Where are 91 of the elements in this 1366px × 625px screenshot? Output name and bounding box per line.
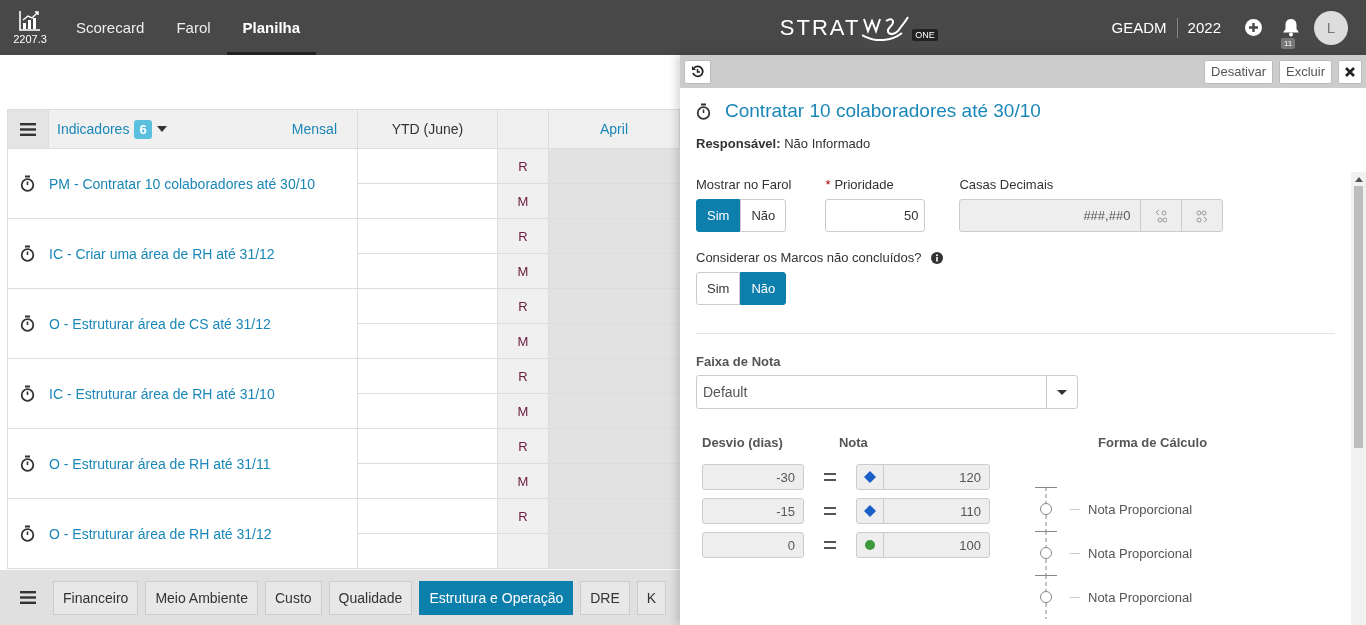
logo-text: STRAT — [779, 14, 861, 41]
priority-field[interactable]: 50 — [825, 199, 926, 232]
close-icon — [1345, 66, 1355, 77]
field-label: Casas Decimais — [959, 177, 1054, 192]
equals-icon — [824, 507, 836, 515]
field-label: Mostrar no Farol — [696, 177, 792, 192]
sheet-tab[interactable]: K — [636, 580, 667, 615]
field-label: Faixa de Nota — [696, 354, 782, 369]
column-header[interactable]: April — [549, 109, 680, 149]
action-button[interactable]: Excluir — [1279, 59, 1332, 84]
calculation-method: Nota Proporcional — [1088, 589, 1193, 605]
equals-icon — [824, 541, 836, 549]
deviation-field: -30 — [702, 464, 804, 490]
sheet-tab[interactable]: Meio Ambiente — [145, 580, 258, 615]
stopwatch-icon — [20, 385, 35, 402]
indicator-link[interactable]: PM - Contratar 10 colaboradores até 30/10 — [49, 175, 316, 192]
version-label: 2207.3 — [13, 32, 47, 45]
sheet-tab[interactable]: DRE — [580, 580, 630, 615]
row-type-label: M — [498, 464, 549, 499]
column-header: YTD (June) — [358, 109, 498, 149]
row-type-label: R — [498, 289, 549, 324]
grade-range-select[interactable]: Default — [696, 375, 1078, 409]
bell-icon[interactable] — [1282, 18, 1300, 37]
field-label: Prioridade — [834, 177, 894, 192]
stopwatch-icon — [20, 455, 35, 472]
row-type-label: R — [498, 499, 549, 534]
row-type-label: R — [498, 429, 549, 464]
timeline-segment-drawing — [1034, 575, 1058, 619]
action-button[interactable]: Desativar — [1204, 59, 1273, 84]
indicator-link[interactable]: O - Estruturar área de RH até 31/12 — [49, 525, 272, 542]
calculation-method: Nota Proporcional — [1088, 545, 1193, 561]
column-header: Nota — [838, 435, 868, 452]
stopwatch-icon — [696, 102, 711, 120]
toggle-option[interactable]: Não — [740, 272, 787, 305]
sheet-tab[interactable]: Custo — [265, 580, 322, 615]
indicator-link[interactable]: IC - Estruturar área de RH até 31/10 — [49, 385, 275, 402]
row-type-label: M — [498, 394, 549, 429]
equals-icon — [824, 473, 836, 481]
sheet-tab[interactable]: Qualidade — [328, 580, 413, 615]
indicator-link[interactable]: O - Estruturar área de RH até 31/11 — [49, 455, 271, 472]
nav-tab[interactable]: Scorecard — [60, 0, 161, 55]
timeline-segment-drawing — [1034, 487, 1058, 531]
sheet-tab[interactable]: Financeiro — [53, 580, 139, 615]
column-header: Desvio (dias) — [702, 435, 783, 452]
header-cell — [498, 109, 549, 149]
row-type-label: M — [498, 324, 549, 359]
nav-tab[interactable]: Farol — [160, 0, 227, 55]
field-label: Considerar os Marcos não concluídos? — [696, 250, 922, 265]
history-button[interactable] — [684, 59, 711, 84]
stopwatch-icon — [20, 245, 35, 262]
add-circle-icon[interactable] — [1245, 19, 1262, 36]
toggle-option[interactable]: Sim — [696, 272, 741, 305]
history-icon — [691, 65, 704, 78]
calculation-method: Nota Proporcional — [1088, 501, 1193, 517]
caret-icon — [1057, 389, 1067, 395]
bar-chart-logo-icon[interactable] — [19, 10, 41, 31]
required-mark: * — [825, 177, 831, 192]
scrollbar[interactable] — [1351, 172, 1366, 625]
stopwatch-icon — [20, 525, 35, 542]
year-label[interactable]: 2022 — [1177, 19, 1231, 36]
deviation-field: -15 — [702, 498, 804, 524]
indicators-label[interactable]: Indicadores — [57, 121, 130, 137]
menu-icon[interactable] — [20, 122, 36, 136]
row-type-label: M — [498, 184, 549, 219]
notification-badge: 11 — [1281, 38, 1296, 49]
indicator-link[interactable]: O - Estruturar área de CS até 31/12 — [49, 315, 271, 332]
caret-icon[interactable] — [156, 126, 167, 132]
logo-badge: ONE — [912, 28, 938, 41]
nav-tab[interactable]: Planilha — [226, 0, 317, 55]
sheet-tab[interactable]: Estrutura e Operação — [419, 580, 574, 615]
scroll-up-arrow-icon[interactable] — [1354, 177, 1363, 182]
info-icon[interactable] — [931, 251, 944, 264]
row-type-label: R — [498, 359, 549, 394]
count-badge: 6 — [134, 119, 152, 139]
organization-label[interactable]: GEADM — [1101, 19, 1177, 36]
row-type-label: R — [498, 219, 549, 254]
toggle-option[interactable]: Não — [740, 199, 787, 232]
responsible-text: Responsável: Não Informado — [696, 136, 872, 151]
panel-title: Contratar 10 colaboradores até 30/10 — [725, 100, 1041, 122]
deviation-field: 0 — [702, 532, 804, 558]
toggle-option[interactable]: Sim — [696, 199, 741, 232]
stopwatch-icon — [20, 175, 35, 192]
close-button[interactable] — [1338, 59, 1362, 84]
column-header: Forma de Cálculo — [1097, 435, 1208, 452]
row-type-label: M — [498, 254, 549, 289]
row-type-label: R — [498, 149, 549, 184]
stopwatch-icon — [20, 315, 35, 332]
timeline-segment-drawing — [1034, 531, 1058, 575]
indicator-link[interactable]: IC - Criar uma área de RH até 31/12 — [49, 245, 275, 262]
menu-icon[interactable] — [20, 591, 36, 604]
period-label[interactable]: Mensal — [291, 121, 337, 137]
